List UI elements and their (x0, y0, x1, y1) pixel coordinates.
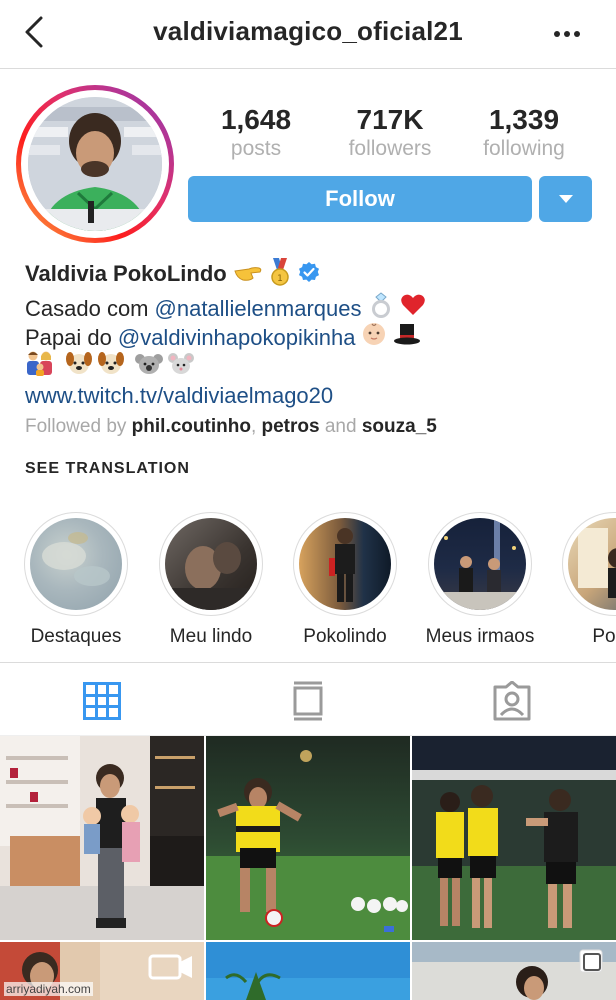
posts-label: posts (230, 137, 282, 160)
display-name: Valdivia PokoLindo (25, 261, 227, 286)
highlight-cover (24, 512, 128, 616)
medal-icon: 1 (269, 257, 291, 291)
bio-name-row: Valdivia PokoLindo 1 (25, 257, 605, 291)
tab-grid[interactable] (82, 681, 122, 721)
svg-text:1: 1 (277, 274, 283, 284)
highlight-item[interactable]: Meu lindo (151, 512, 271, 648)
followed-by-text[interactable]: Followed by phil.coutinho, petros and so… (25, 414, 605, 440)
see-translation-button[interactable]: SEE TRANSLATION (25, 460, 190, 478)
highlight-label: Pokolindo (303, 626, 387, 647)
dog-face-icon (65, 350, 93, 383)
heart-icon (400, 293, 426, 324)
posts-count: 1,648 (220, 104, 292, 135)
post-thumbnail[interactable] (412, 736, 616, 940)
baby-face-icon (361, 321, 387, 354)
followers-label: followers (348, 137, 432, 160)
highlight-item[interactable]: Meus irmaos (420, 512, 540, 648)
bio-website-link[interactable]: www.twitch.tv/valdiviaelmago20 (25, 381, 605, 410)
bio-line-married: Casado com @natallielenmarques (25, 292, 605, 324)
dog-face-icon (97, 350, 125, 383)
followers-count: 717K (356, 104, 424, 135)
more-options-button[interactable] (552, 20, 582, 48)
koala-icon (135, 350, 163, 383)
verified-badge-icon (297, 260, 321, 289)
mention-link-child[interactable]: @valdivinhapokopikinha (118, 323, 356, 352)
highlight-item[interactable]: Poko (554, 512, 616, 648)
profile-avatar[interactable] (28, 97, 162, 231)
stat-followers[interactable]: 717K followers (322, 104, 458, 162)
family-icon (25, 350, 55, 383)
following-count: 1,339 (488, 104, 560, 135)
bio-line-dad: Papai do @valdivinhapokopikinha (25, 323, 605, 352)
bio-line-emojis (25, 350, 605, 383)
posts-grid: arriyadiyah.com (0, 736, 616, 1000)
profile-username-title: valdiviamagico_oficial21 (153, 16, 463, 46)
mouse-face-icon (167, 350, 195, 383)
highlight-cover (293, 512, 397, 616)
pointing-hand-icon (233, 261, 263, 288)
highlight-label: Destaques (30, 626, 122, 647)
highlight-item[interactable]: Pokolindo (285, 512, 405, 648)
post-thumbnail[interactable] (206, 942, 410, 1000)
highlight-label: Meus irmaos (425, 626, 535, 647)
follower-username: phil.coutinho (131, 416, 251, 437)
highlight-cover (562, 512, 616, 616)
highlight-item[interactable]: Destaques (16, 512, 136, 648)
highlight-label: Meu lindo (169, 626, 253, 647)
post-thumbnail[interactable] (206, 736, 410, 940)
profile-content-tabs (0, 662, 616, 736)
post-thumbnail[interactable] (0, 736, 204, 940)
follow-button[interactable]: Follow (188, 176, 532, 222)
follower-username: petros (261, 416, 320, 437)
grid-icon (83, 682, 121, 720)
highlight-label: Poko (592, 626, 616, 647)
story-highlights-tray: Destaques Meu lindo Pokolindo Meus irmao… (0, 512, 616, 652)
profile-bio: Valdivia PokoLindo 1 Casado com @natalli… (25, 257, 605, 440)
tab-tagged[interactable] (492, 681, 532, 721)
mention-link-spouse[interactable]: @natallielenmarques (155, 294, 362, 323)
top-bar: valdiviamagico_oficial21 (0, 0, 616, 69)
post-thumbnail[interactable]: arriyadiyah.com (0, 942, 204, 1000)
more-horizontal-icon (554, 31, 580, 37)
top-hat-icon (393, 321, 421, 354)
caret-down-icon (558, 195, 573, 203)
stat-following[interactable]: 1,339 following (456, 104, 592, 162)
story-ring[interactable] (16, 85, 174, 243)
following-label: following (483, 137, 565, 160)
tab-feed[interactable] (288, 681, 328, 721)
stat-posts[interactable]: 1,648 posts (188, 104, 324, 162)
feed-icon (293, 681, 323, 721)
follower-username: souza_5 (361, 416, 437, 437)
tagged-person-icon (493, 681, 531, 721)
avatar-photo (28, 97, 162, 231)
watermark-text: arriyadiyah.com (4, 982, 93, 996)
highlight-cover (428, 512, 532, 616)
profile-stats: 1,648 posts 717K followers 1,339 followi… (188, 104, 596, 164)
highlight-cover (159, 512, 263, 616)
suggested-accounts-dropdown-button[interactable] (539, 176, 592, 222)
post-thumbnail[interactable] (412, 942, 616, 1000)
